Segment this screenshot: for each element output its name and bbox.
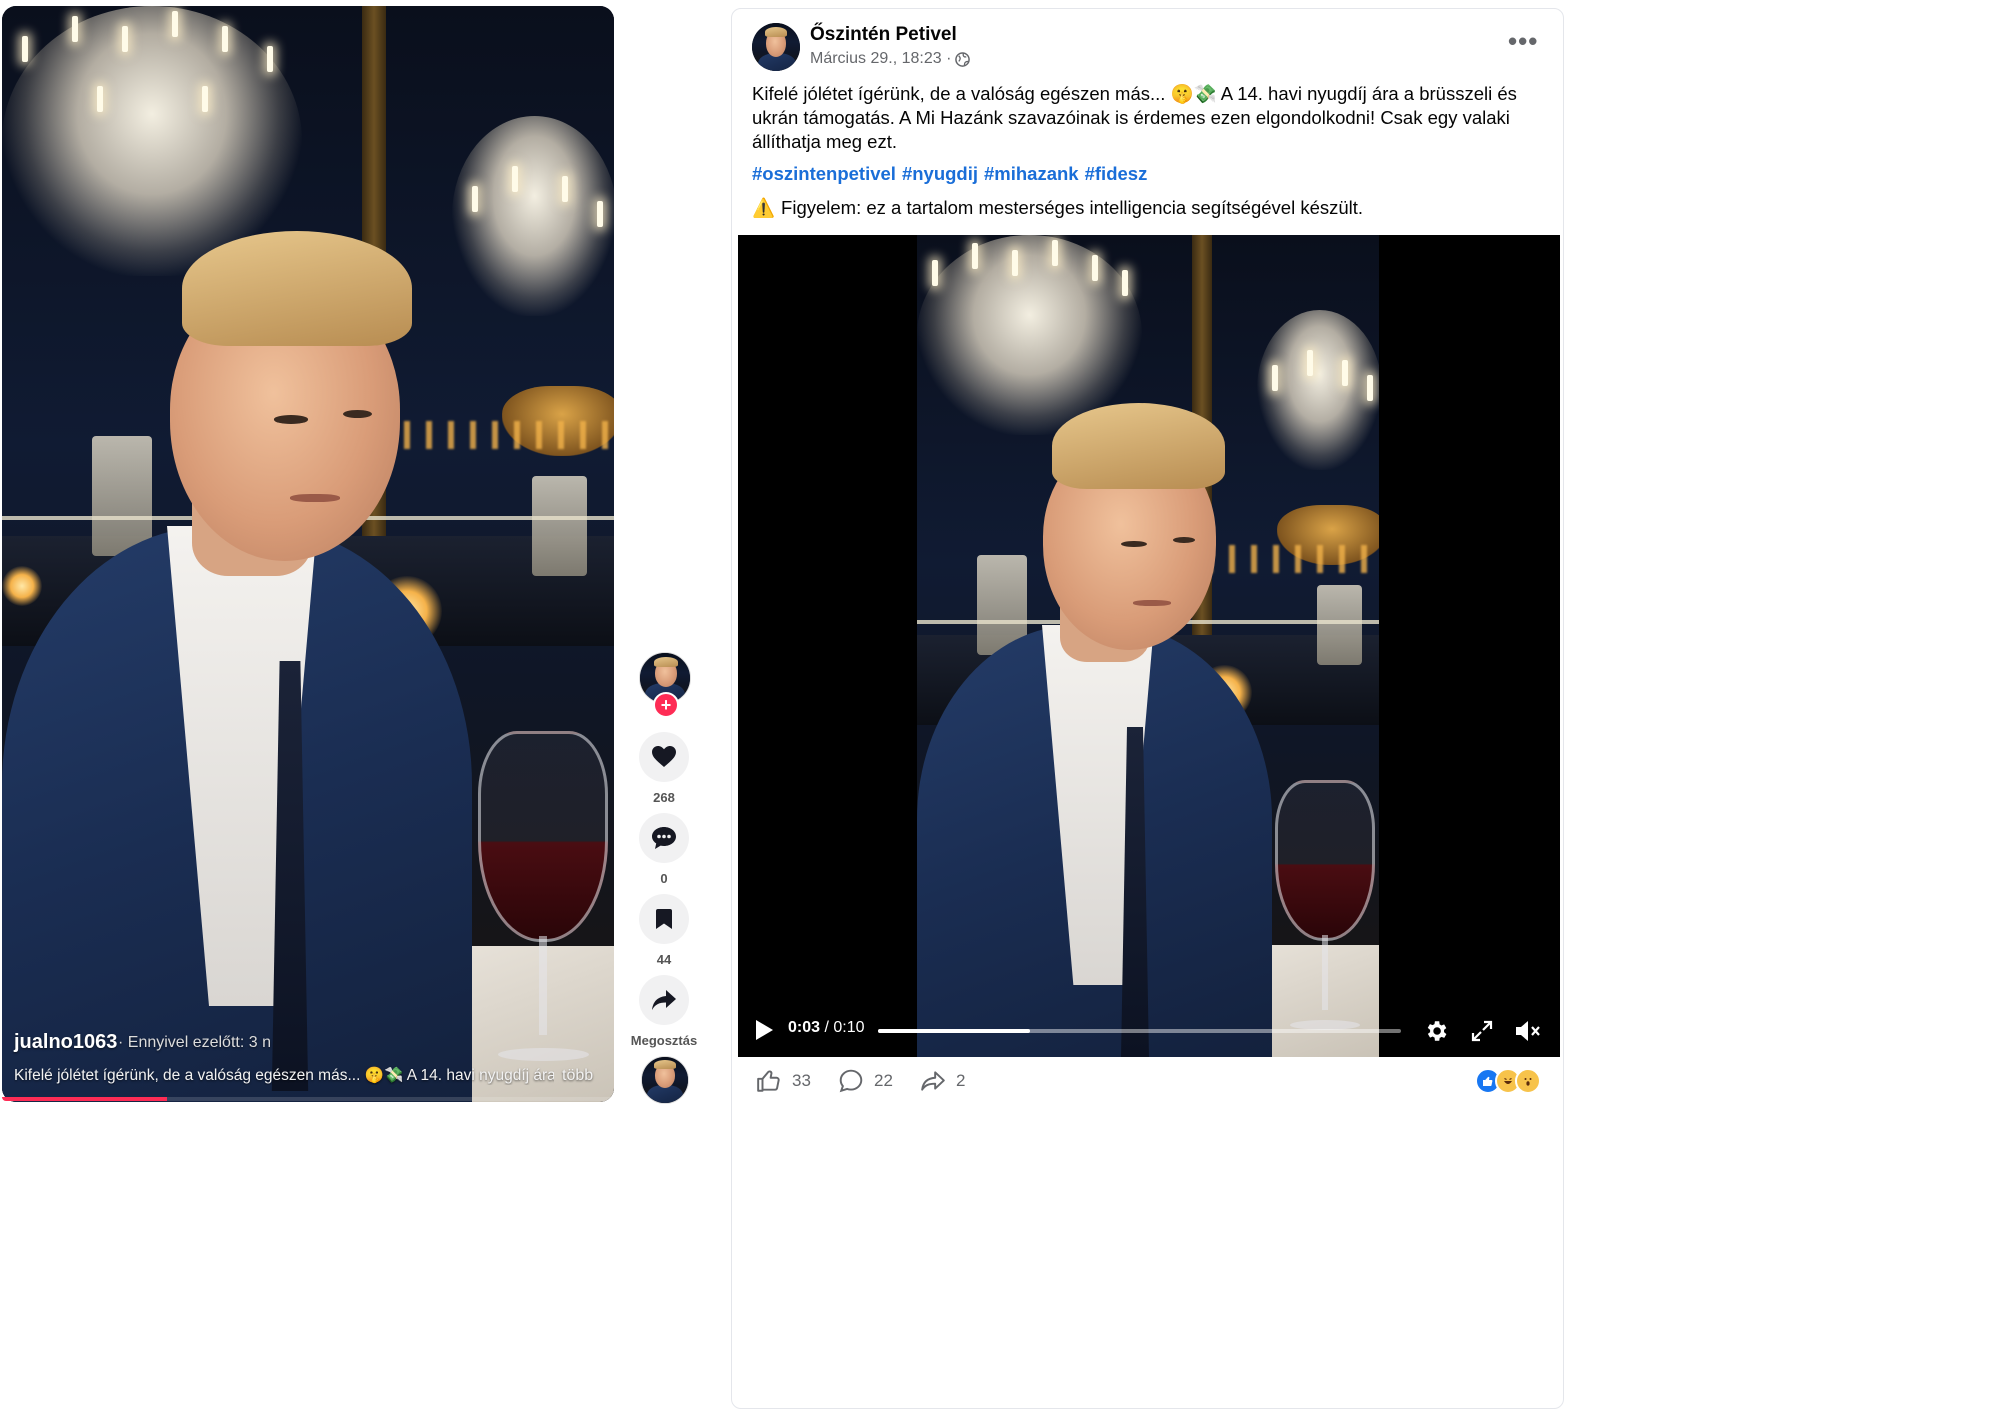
comment-bubble-icon bbox=[839, 1069, 863, 1093]
follow-plus-icon[interactable]: + bbox=[653, 692, 679, 718]
comment-button[interactable] bbox=[639, 813, 689, 863]
share-button[interactable] bbox=[639, 975, 689, 1025]
globe-icon bbox=[955, 51, 971, 67]
tiktok-caption: Kifelé jólétet ígérünk, de a valóság egé… bbox=[14, 1067, 554, 1084]
hashtag-link[interactable]: #fidesz bbox=[1085, 163, 1148, 185]
like-button[interactable] bbox=[639, 732, 689, 782]
hashtag-link[interactable]: #nyugdij bbox=[902, 163, 978, 185]
fullscreen-icon[interactable] bbox=[1470, 1019, 1494, 1043]
mute-icon[interactable] bbox=[1514, 1018, 1542, 1044]
share-count: 2 bbox=[956, 1071, 966, 1090]
play-icon[interactable] bbox=[756, 1020, 773, 1040]
video-controls: 0:03 / 0:10 bbox=[738, 1008, 1560, 1054]
bookmark-icon bbox=[656, 909, 672, 929]
tiktok-post-time: · Ennyivel ezelőtt: 3 n bbox=[118, 1034, 271, 1051]
video-time: 0:03 / 0:10 bbox=[788, 1019, 865, 1037]
thumbs-up-icon bbox=[757, 1070, 780, 1092]
share-button[interactable]: 2 bbox=[920, 1068, 965, 1094]
post-timestamp[interactable]: Március 29., 18:23 · bbox=[810, 50, 951, 68]
like-count: 33 bbox=[792, 1071, 811, 1090]
warning-icon: ⚠️ bbox=[752, 197, 776, 218]
tiktok-music-disc-avatar[interactable] bbox=[641, 1056, 689, 1104]
table-lamp bbox=[2, 566, 42, 606]
current-time: 0:03 bbox=[788, 1019, 821, 1036]
share-arrow-icon bbox=[921, 1071, 945, 1091]
like-count: 268 bbox=[653, 790, 675, 805]
save-count: 44 bbox=[656, 952, 672, 967]
comment-count: 0 bbox=[660, 871, 668, 886]
city-lights bbox=[1207, 545, 1379, 573]
bridge-pillar bbox=[92, 436, 152, 556]
settings-gear-icon[interactable] bbox=[1423, 1018, 1449, 1044]
page-avatar[interactable] bbox=[752, 23, 800, 71]
wow-reaction-icon bbox=[1515, 1068, 1541, 1094]
tiktok-progress-fill bbox=[2, 1097, 168, 1101]
bridge-pillar bbox=[532, 476, 587, 576]
hair bbox=[1052, 403, 1225, 489]
tiktok-more-link[interactable]: több bbox=[562, 1067, 593, 1085]
comment-count: 22 bbox=[874, 1071, 893, 1090]
hashtag-list: #oszintenpetivel #nyugdij #mihazank #fid… bbox=[752, 163, 1147, 185]
hashtag-link[interactable]: #oszintenpetivel bbox=[752, 163, 896, 185]
post-text: Kifelé jólétet ígérünk, de a valóság egé… bbox=[752, 83, 1517, 152]
hair bbox=[182, 231, 412, 346]
more-options-icon[interactable]: ••• bbox=[1508, 26, 1538, 57]
share-label: Megosztás bbox=[630, 1033, 698, 1048]
share-icon bbox=[652, 990, 676, 1010]
video-seek-bar[interactable] bbox=[878, 1029, 1401, 1033]
ai-disclaimer-text: Figyelem: ez a tartalom mesterséges inte… bbox=[781, 197, 1364, 218]
time-separator: / bbox=[820, 1019, 834, 1036]
post-meta: Március 29., 18:23 · bbox=[810, 50, 971, 68]
comment-button[interactable]: 22 bbox=[838, 1068, 893, 1094]
like-button[interactable]: 33 bbox=[756, 1068, 811, 1094]
post-footer: 33 22 2 bbox=[752, 1064, 1547, 1098]
city-lights bbox=[382, 421, 614, 449]
wine-glass bbox=[478, 731, 608, 1061]
reaction-summary[interactable] bbox=[1475, 1068, 1541, 1094]
video-seek-fill bbox=[878, 1029, 1030, 1033]
tiktok-username[interactable]: jualno1063 bbox=[14, 1031, 117, 1054]
hashtag-link[interactable]: #mihazank bbox=[984, 163, 1079, 185]
wine-glass bbox=[1275, 780, 1375, 1030]
ai-disclaimer: ⚠️ Figyelem: ez a tartalom mesterséges i… bbox=[752, 197, 1363, 219]
page-name[interactable]: Őszintén Petivel bbox=[810, 24, 957, 46]
chandelier bbox=[1257, 310, 1379, 470]
save-button[interactable] bbox=[639, 894, 689, 944]
comment-icon bbox=[652, 827, 676, 849]
heart-icon bbox=[652, 746, 676, 767]
duration: 0:10 bbox=[833, 1019, 865, 1036]
chandelier bbox=[452, 116, 614, 316]
facebook-video-frame[interactable] bbox=[917, 235, 1379, 1057]
tiktok-progress-bar[interactable] bbox=[2, 1097, 614, 1101]
bridge-pillar bbox=[1317, 585, 1362, 665]
tiktok-video[interactable] bbox=[2, 6, 614, 1102]
